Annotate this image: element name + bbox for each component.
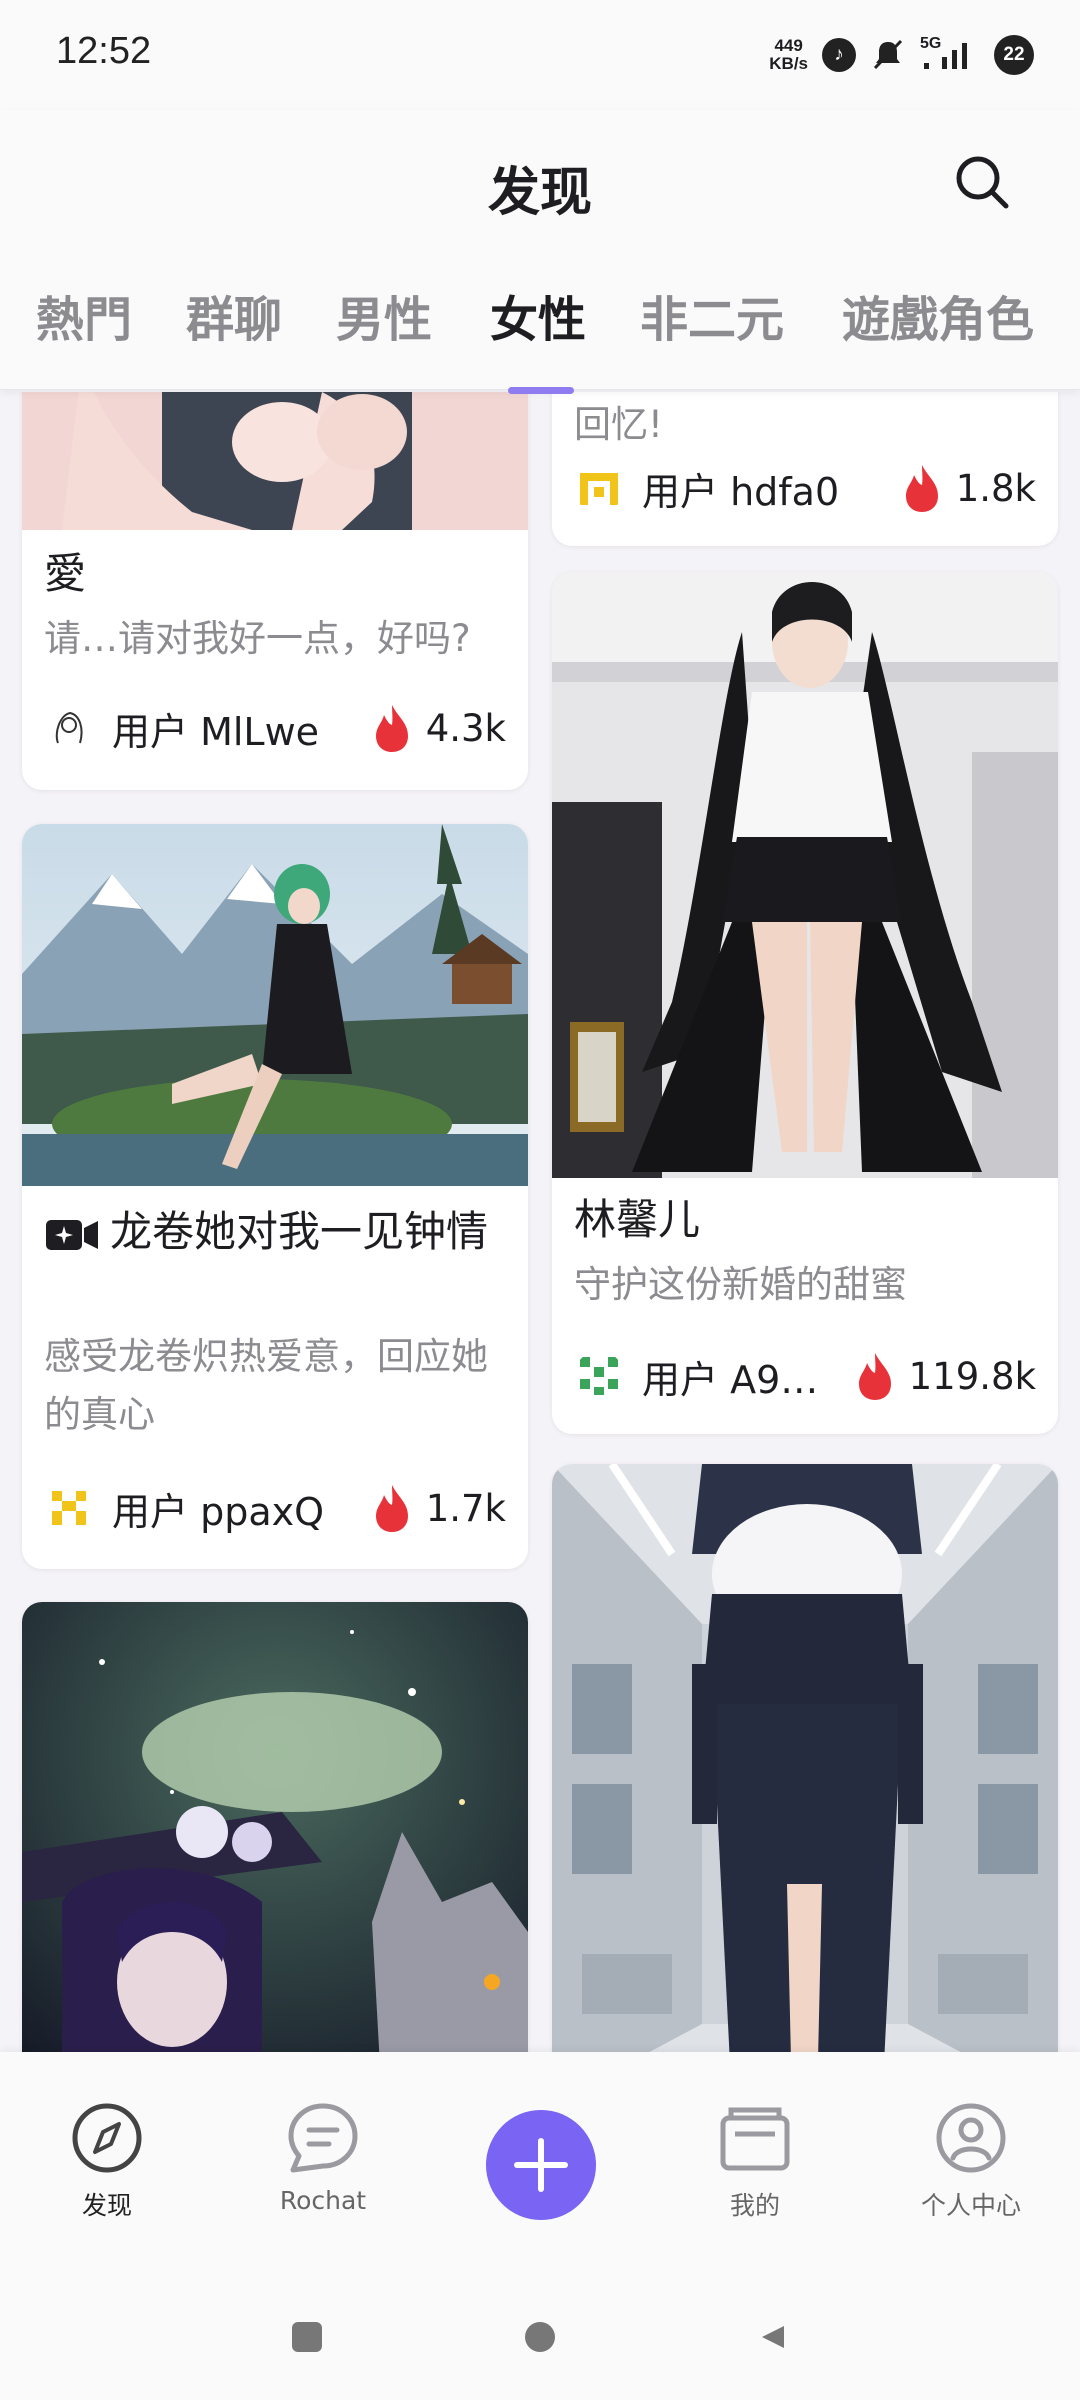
card-meta: 用户 ppaxQ 1.7k [44, 1478, 506, 1538]
signal-icon: 5G [920, 35, 980, 75]
status-time: 12:52 [56, 30, 152, 72]
create-button[interactable] [486, 2110, 596, 2220]
character-image [552, 572, 1058, 1178]
nav-rochat[interactable]: Rochat [228, 2052, 418, 2215]
card-meta: 用户 hdfa0 1.8k [574, 458, 1036, 518]
character-card[interactable]: 龙卷她对我一见钟情 感受龙卷炽热爱意，回应她的真心 用户 ppaxQ 1.7k [22, 824, 528, 1569]
nav-label: 个人中心 [920, 2191, 1021, 2220]
card-popularity: 1.7k [425, 1486, 506, 1530]
card-author: 用户 hdfa0 [642, 469, 840, 514]
net-speed: 449 KB/s [769, 36, 808, 73]
tab-male[interactable]: 男性 [336, 280, 432, 350]
card-title: 林馨儿 [574, 1195, 701, 1244]
card-title: 龙卷她对我一见钟情 [44, 1200, 506, 1264]
page-title: 发现 [487, 163, 592, 223]
system-nav-bar [0, 2280, 1080, 2400]
notification-icon: ♪ [822, 38, 856, 72]
card-description: 请…请对我好一点，好吗? [44, 617, 471, 660]
card-description: 守护这份新婚的甜蜜 [574, 1263, 907, 1306]
fire-icon [375, 1485, 408, 1532]
fire-icon [858, 1353, 891, 1400]
character-feed[interactable]: 愛 请…请对我好一点，好吗? 用户 MlLwe 4.3k 龙卷她对我一见钟情 感… [0, 392, 1080, 2052]
plus-icon [514, 2138, 568, 2192]
category-tabs: 熱門 群聊 男性 女性 非二元 遊戲角色 [0, 280, 1080, 362]
character-card[interactable]: 回忆! 用户 hdfa0 1.8k [552, 392, 1058, 546]
tab-group-chat[interactable]: 群聊 [186, 280, 282, 350]
card-popularity: 1.8k [955, 466, 1036, 510]
battery-icon: 22 [994, 35, 1034, 75]
card-popularity: 4.3k [425, 706, 506, 750]
nav-mine[interactable]: 我的 [660, 2052, 850, 2222]
card-author: 用户 MlLwe [112, 709, 320, 754]
card-title: 愛 [44, 549, 87, 598]
recents-button[interactable] [292, 2322, 322, 2352]
compass-icon [72, 2103, 142, 2173]
mute-icon [873, 39, 903, 70]
wallet-icon [720, 2107, 790, 2171]
video-icon [46, 1219, 98, 1250]
nav-profile[interactable]: 个人中心 [876, 2052, 1066, 2222]
character-image [22, 392, 528, 530]
character-image [22, 824, 528, 1186]
character-image [552, 1464, 1058, 2052]
character-card[interactable]: 林馨儿 守护这份新婚的甜蜜 用户 A9… 119.8k [552, 572, 1058, 1434]
back-button[interactable] [758, 2322, 788, 2352]
tab-game-characters[interactable]: 遊戲角色 [842, 280, 1034, 350]
card-description: 感受龙卷炽热爱意，回应她的真心 [44, 1335, 488, 1436]
status-bar: 12:52 449 KB/s ♪ 5G 22 [0, 0, 1080, 110]
user-avatar [44, 703, 94, 753]
card-description: 回忆! [574, 403, 663, 446]
card-author: 用户 ppaxQ [112, 1489, 325, 1534]
card-popularity: 119.8k [908, 1354, 1036, 1398]
tab-hot[interactable]: 熱門 [36, 280, 132, 350]
user-avatar [574, 463, 624, 513]
status-icons: 449 KB/s ♪ 5G 22 [769, 32, 1034, 78]
tab-female[interactable]: 女性 [490, 280, 586, 350]
user-avatar [44, 1483, 94, 1533]
search-icon[interactable] [952, 152, 1012, 212]
person-icon [936, 2103, 1006, 2173]
character-card[interactable] [22, 1602, 528, 2052]
card-meta: 用户 MlLwe 4.3k [44, 698, 506, 758]
tab-non-binary[interactable]: 非二元 [640, 280, 784, 350]
character-card[interactable] [552, 1464, 1058, 2052]
nav-discover[interactable]: 发现 [12, 2052, 202, 2222]
tab-indicator [508, 387, 574, 394]
card-author: 用户 A9… [642, 1357, 819, 1402]
nav-label: 我的 [729, 2191, 780, 2220]
character-card[interactable]: 愛 请…请对我好一点，好吗? 用户 MlLwe 4.3k [22, 392, 528, 790]
nav-label: 发现 [81, 2191, 132, 2220]
home-button[interactable] [525, 2322, 555, 2352]
fire-icon [375, 705, 408, 752]
character-image [22, 1602, 528, 2052]
chat-bubble-icon [288, 2103, 358, 2173]
card-meta: 用户 A9… 119.8k [574, 1346, 1036, 1406]
header: 发现 熱門 群聊 男性 女性 非二元 遊戲角色 [0, 110, 1080, 390]
nav-label: Rochat [279, 2186, 367, 2215]
user-avatar [574, 1351, 624, 1401]
fire-icon [905, 465, 938, 512]
